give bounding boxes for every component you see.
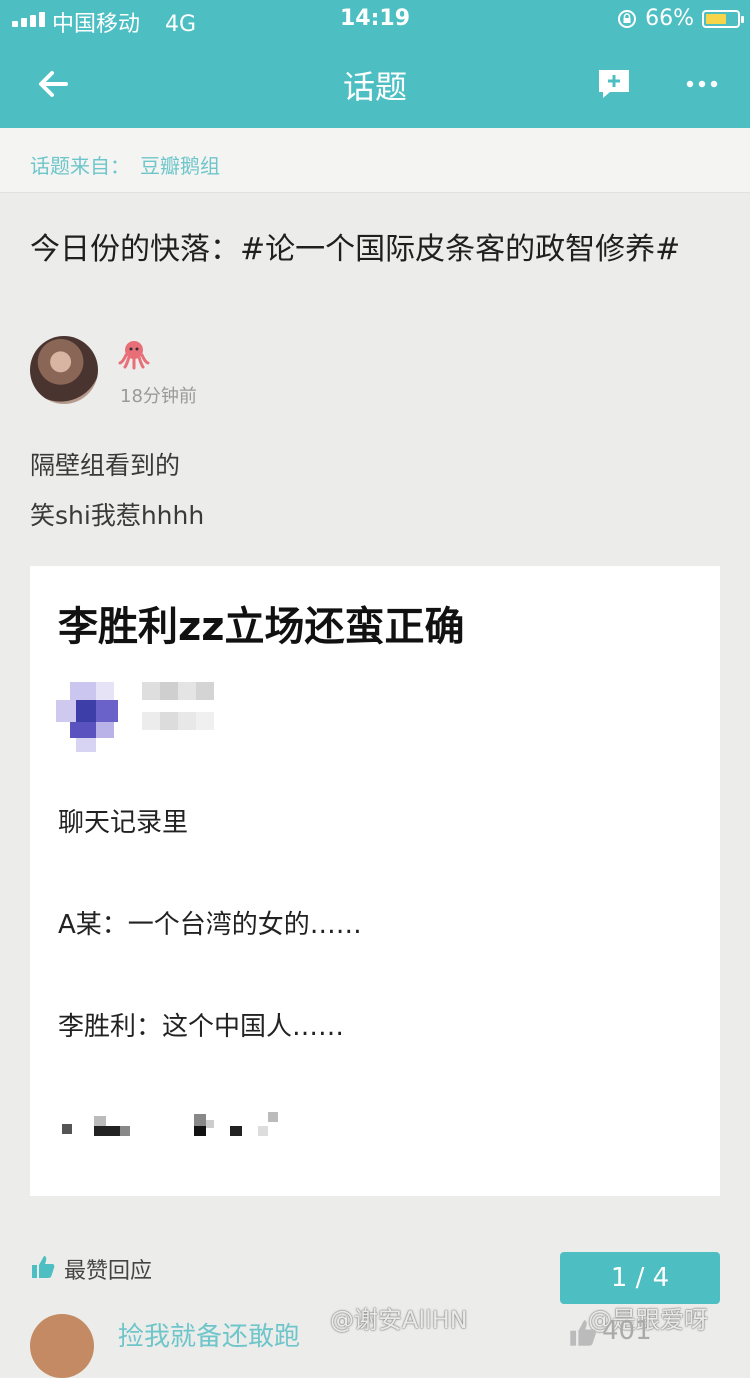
top-bar: 中国移动 4G 14:19 66% 话题 bbox=[0, 0, 750, 128]
octopus-emoji-icon[interactable] bbox=[118, 338, 150, 370]
reply-like-count: 401 bbox=[602, 1316, 652, 1346]
battery-level bbox=[706, 13, 726, 24]
reply-avatar[interactable] bbox=[30, 1314, 94, 1378]
topic-source-group-link[interactable]: 豆瓣鹅组 bbox=[140, 150, 220, 179]
chat-line: A某：一个台湾的女的…… bbox=[58, 910, 362, 940]
top-replies-label: 最赞回应 bbox=[64, 1259, 153, 1284]
battery-icon bbox=[702, 9, 744, 28]
chat-line: 聊天记录里 bbox=[58, 808, 189, 838]
compose-plus-icon[interactable] bbox=[596, 66, 632, 102]
topic-source-label: 话题来自： bbox=[30, 154, 130, 178]
embedded-title: 李胜利zz立场还蛮正确 bbox=[58, 604, 465, 650]
more-dots-icon[interactable] bbox=[684, 70, 720, 98]
watermark-text: @谢安AllHN bbox=[330, 1306, 468, 1334]
author-avatar[interactable] bbox=[30, 336, 98, 404]
chat-line: 李胜利：这个中国人…… bbox=[58, 1012, 345, 1042]
status-bar: 中国移动 4G 14:19 66% bbox=[0, 0, 750, 40]
pixelated-username bbox=[142, 682, 214, 730]
page-title: 话题 bbox=[342, 68, 407, 106]
reply-author-name[interactable]: 捡我就备还敢跑 bbox=[118, 1316, 300, 1353]
post-body-line: 笑shi我惹hhhh bbox=[30, 501, 205, 530]
post-body-line: 隔壁组看到的 bbox=[30, 451, 181, 480]
battery-percent: 66% bbox=[645, 6, 694, 31]
embedded-screenshot-image[interactable]: 李胜利zz立场还蛮正确 聊天记录里 A某：一个台湾的女的…… 李胜利：这个中国人… bbox=[30, 566, 720, 1196]
topic-source-bar: 话题来自： 豆瓣鹅组 bbox=[0, 128, 750, 193]
post-title: 今日份的快落：#论一个国际皮条客的政智修养# bbox=[30, 232, 681, 267]
thumbs-up-icon bbox=[32, 1256, 55, 1278]
rotation-lock-icon bbox=[618, 9, 637, 28]
pixelated-avatar bbox=[52, 678, 132, 754]
pixelated-text bbox=[62, 1112, 278, 1136]
navigation-bar: 话题 bbox=[0, 40, 750, 128]
post-timestamp: 18分钟前 bbox=[120, 386, 197, 407]
reply-thumbs-up-icon[interactable] bbox=[568, 1318, 598, 1348]
image-pager-button[interactable]: 1 / 4 bbox=[560, 1252, 720, 1304]
